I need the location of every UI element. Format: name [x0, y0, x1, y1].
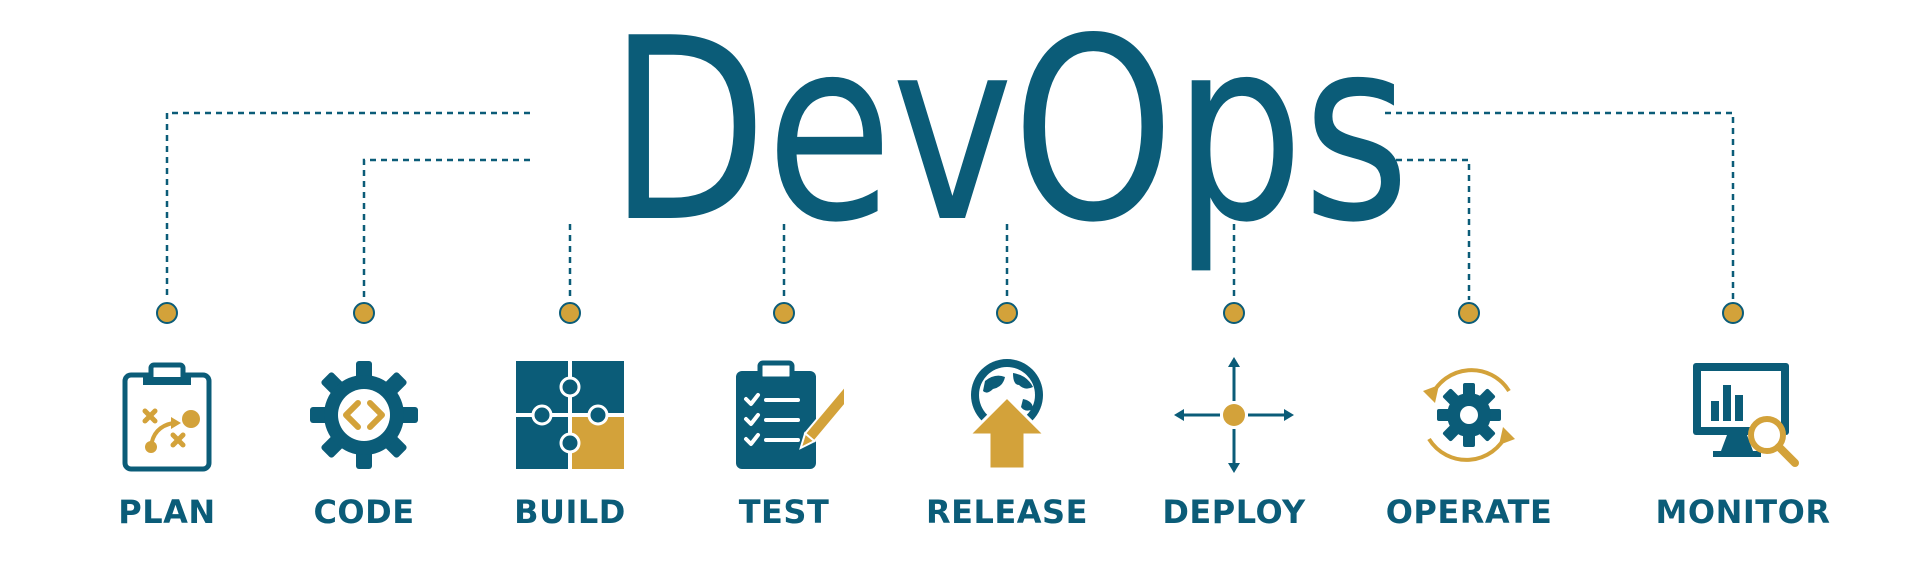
stage-label-release: RELEASE [926, 493, 1088, 531]
devops-diagram: DevOps PLAN CODE BUILD TEST RELEASE DEPL… [0, 0, 1920, 576]
connector-plan [165, 111, 530, 300]
node-dot-test [773, 302, 795, 324]
monitor-search-icon [1693, 363, 1799, 467]
node-dot-release [996, 302, 1018, 324]
connector-code [362, 158, 530, 300]
node-dot-monitor [1722, 302, 1744, 324]
clipboard-plan-icon [122, 362, 212, 472]
deploy-arrows-icon [1174, 357, 1294, 473]
checklist-icon [736, 360, 844, 469]
stage-label-monitor: MONITOR [1655, 493, 1831, 531]
connector-monitor [1385, 111, 1735, 300]
node-dot-plan [156, 302, 178, 324]
globe-upload-icon [965, 359, 1049, 471]
stage-monitor: MONITOR [1633, 355, 1853, 555]
stage-label-code: CODE [313, 493, 415, 531]
node-dot-code [353, 302, 375, 324]
stage-deploy: DEPLOY [1124, 355, 1344, 555]
node-dot-build [559, 302, 581, 324]
stage-code: CODE [254, 355, 474, 555]
node-dot-operate [1458, 302, 1480, 324]
stage-label-deploy: DEPLOY [1162, 493, 1306, 531]
stage-release: RELEASE [897, 355, 1117, 555]
stage-test: TEST [674, 355, 894, 555]
code-gear-icon [310, 361, 418, 469]
stage-plan: PLAN [57, 355, 277, 555]
stage-label-build: BUILD [514, 493, 626, 531]
page-title: DevOps [608, 0, 1410, 278]
stage-label-test: TEST [738, 493, 830, 531]
gear-cycle-icon [1423, 368, 1515, 462]
node-dot-deploy [1223, 302, 1245, 324]
stage-label-plan: PLAN [118, 493, 216, 531]
stage-build: BUILD [460, 355, 680, 555]
stage-label-operate: OPERATE [1385, 493, 1553, 531]
stage-operate: OPERATE [1359, 355, 1579, 555]
puzzle-icon [516, 361, 624, 469]
